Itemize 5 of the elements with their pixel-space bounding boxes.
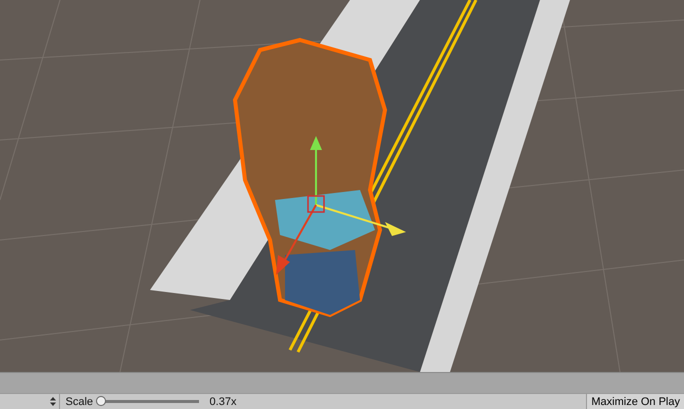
scale-value: 0.37x [210, 394, 236, 408]
slider-thumb[interactable] [96, 396, 106, 406]
maximize-on-play-button[interactable]: Maximize On Play [586, 394, 684, 409]
up-down-arrows-icon [50, 397, 56, 406]
scale-label: Scale [66, 394, 94, 408]
